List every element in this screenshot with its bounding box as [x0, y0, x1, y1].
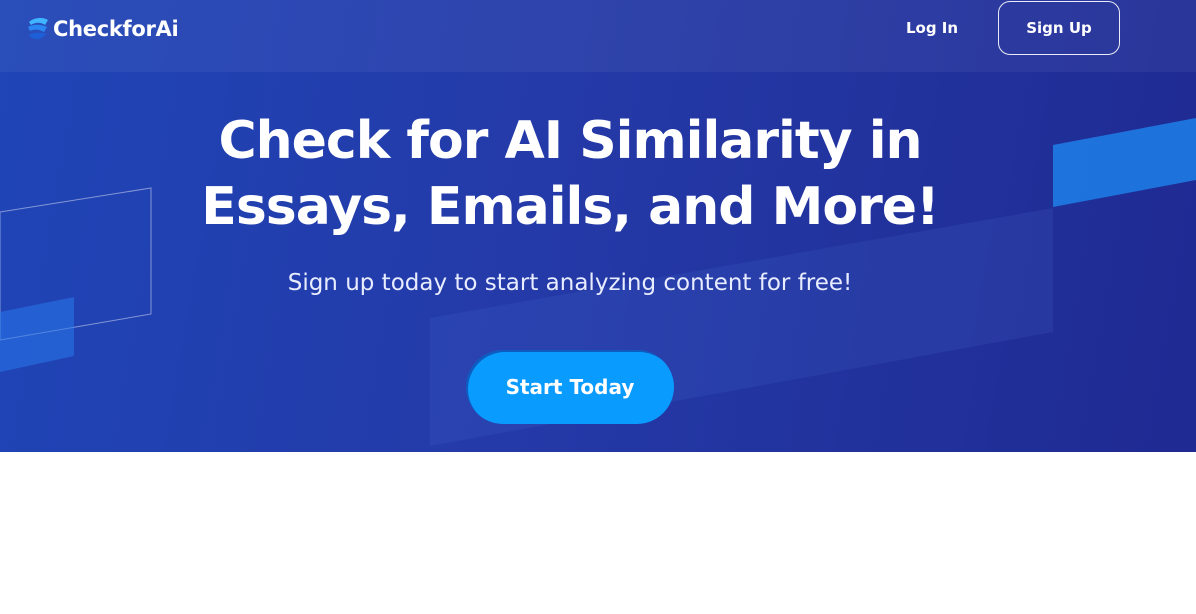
signup-button[interactable]: Sign Up — [998, 1, 1120, 55]
start-today-button[interactable]: Start Today — [466, 350, 674, 424]
site-header: CheckforAi Log In Sign Up — [0, 0, 1196, 72]
headline-line-1: Check for AI Similarity in — [218, 111, 922, 171]
hero-headline: Check for AI Similarity in Essays, Email… — [168, 108, 972, 240]
hero-section: CheckforAi Log In Sign Up Check for AI S… — [0, 0, 1196, 452]
headline-line-2: Essays, Emails, and More! — [201, 177, 939, 237]
brand-logo[interactable]: CheckforAi — [26, 16, 179, 42]
left-accent-shape — [0, 297, 74, 372]
checkforai-logo-icon — [28, 17, 48, 40]
login-link[interactable]: Log In — [898, 16, 966, 40]
brand-name: CheckforAi — [53, 17, 179, 41]
hero-subheadline: Sign up today to start analyzing content… — [287, 270, 853, 296]
right-accent-shape — [1053, 118, 1196, 207]
